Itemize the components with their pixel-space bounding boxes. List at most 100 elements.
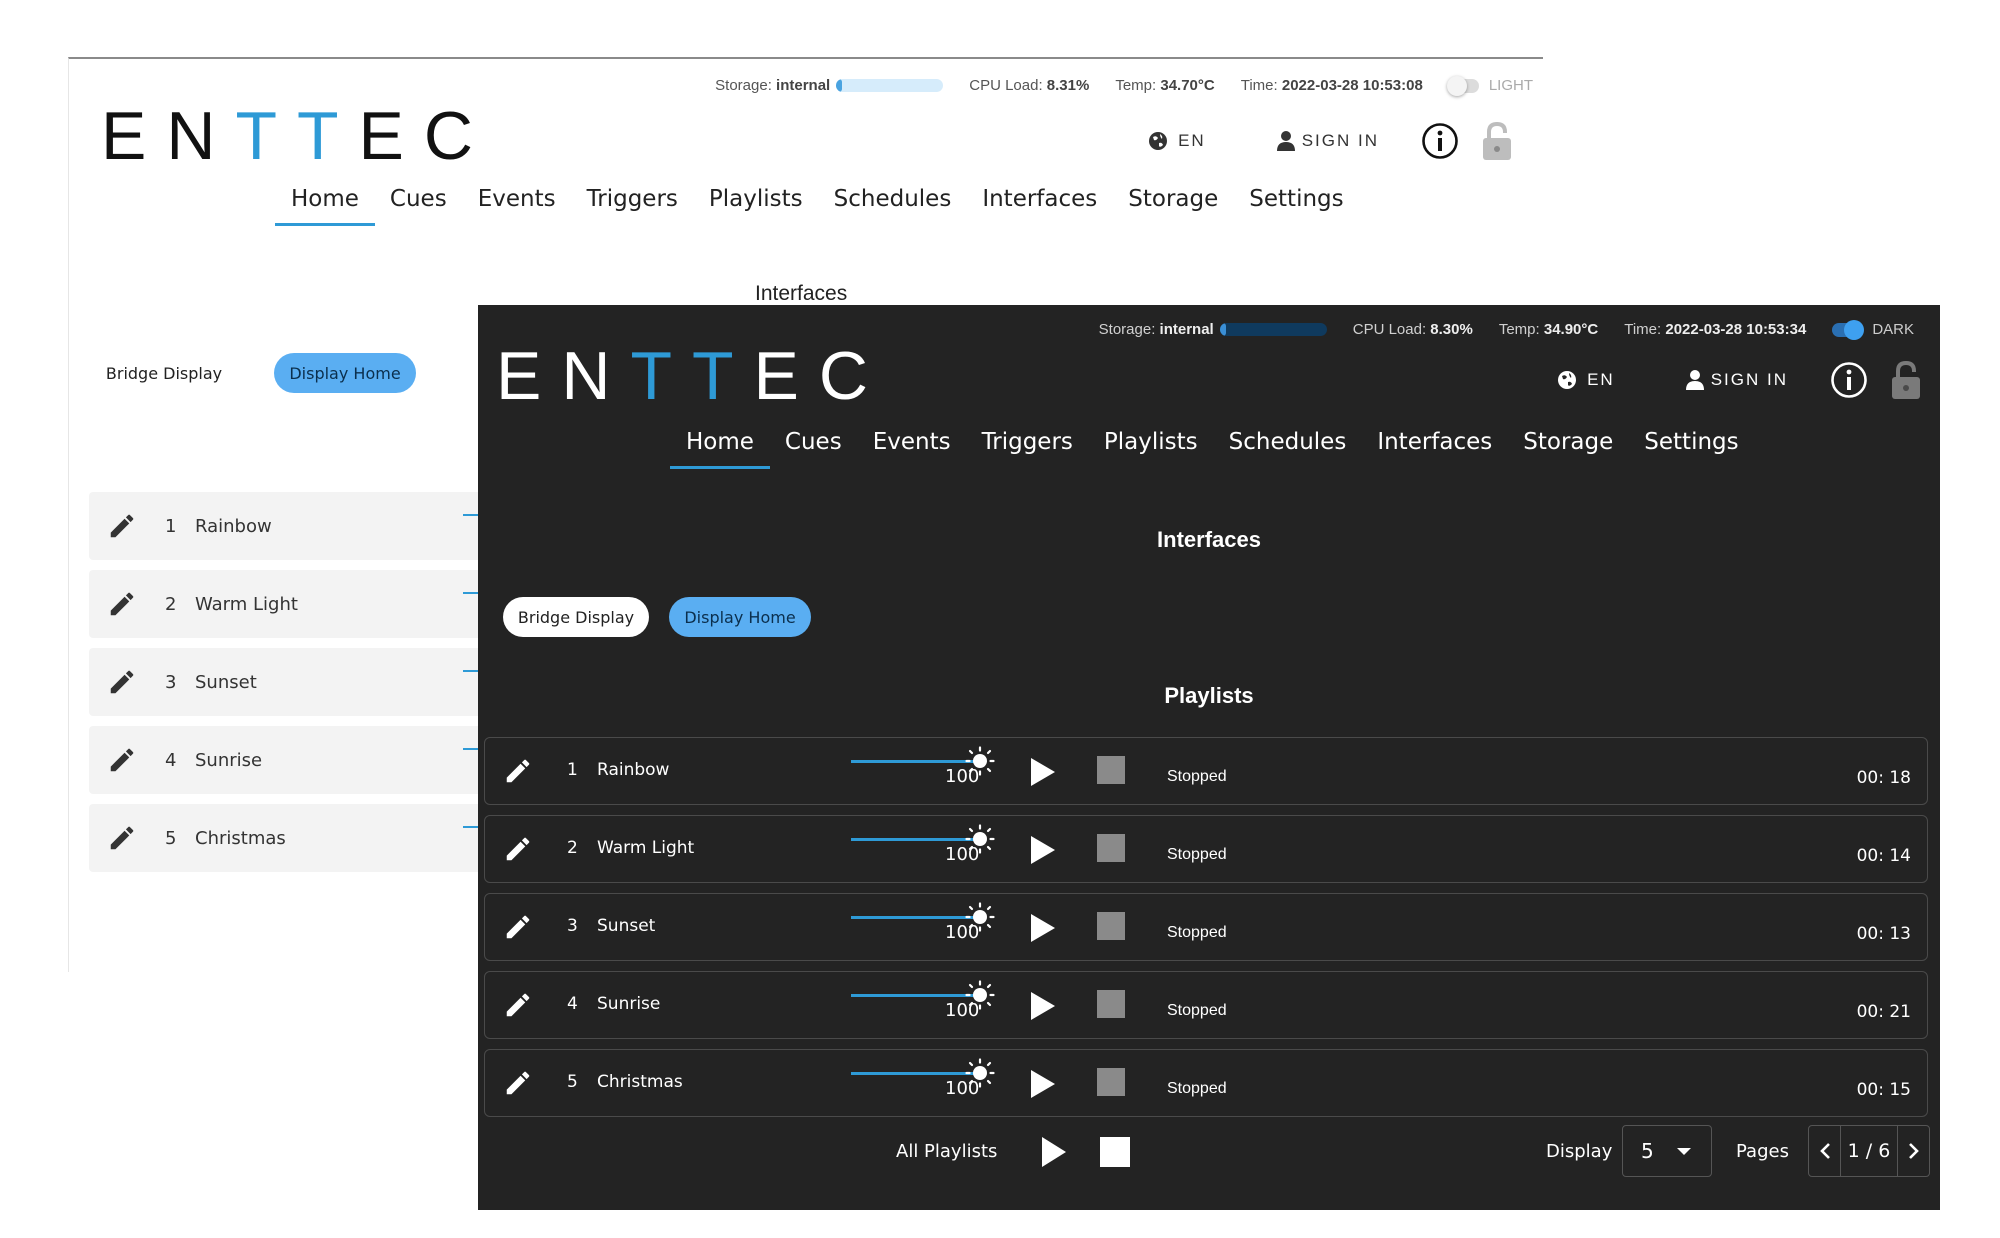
play-icon[interactable] [1031, 1070, 1055, 1098]
playlist-name: Rainbow [597, 760, 670, 780]
nav-events[interactable]: Events [873, 429, 951, 455]
cpu-status: CPU Load: 8.31% [969, 76, 1090, 94]
intensity-slider[interactable] [851, 760, 979, 763]
stop-icon[interactable] [1097, 990, 1125, 1018]
intensity-slider[interactable] [851, 916, 979, 919]
nav-interfaces[interactable]: Interfaces [982, 186, 1097, 212]
row-number: 5 [165, 827, 177, 849]
sign-in-button[interactable]: SIGN IN [1276, 130, 1379, 152]
nav-storage[interactable]: Storage [1128, 186, 1218, 212]
pencil-icon[interactable] [107, 823, 137, 853]
intensity-slider[interactable] [851, 838, 979, 841]
intensity-value: 100 [945, 1078, 980, 1099]
interfaces-heading: Interfaces [1157, 527, 1261, 552]
pencil-icon[interactable] [107, 511, 137, 541]
playlist-status: Stopped [1167, 924, 1227, 941]
pencil-icon[interactable] [503, 1068, 533, 1098]
nav-schedules[interactable]: Schedules [1229, 429, 1347, 455]
nav-storage[interactable]: Storage [1523, 429, 1613, 455]
play-icon[interactable] [1031, 836, 1055, 864]
main-nav: Home Cues Events Triggers Playlists Sche… [670, 429, 1739, 469]
stop-icon[interactable] [1097, 756, 1125, 784]
theme-toggle[interactable]: LIGHT [1446, 75, 1533, 96]
language-selector[interactable]: EN [1148, 131, 1206, 151]
intensity-slider[interactable] [851, 994, 979, 997]
nav-cues[interactable]: Cues [390, 186, 447, 212]
nav-cues[interactable]: Cues [785, 429, 842, 455]
bridge-display-button[interactable]: Bridge Display [99, 353, 229, 393]
bridge-display-button[interactable]: Bridge Display [503, 597, 649, 637]
pencil-icon[interactable] [107, 589, 137, 619]
row-number: 4 [567, 994, 578, 1014]
list-item: 1 Rainbow [89, 492, 489, 560]
storage-status: Storage: internal [1099, 321, 1327, 338]
display-home-button[interactable]: Display Home [274, 353, 416, 393]
pencil-icon[interactable] [503, 756, 533, 786]
row-number: 2 [165, 593, 177, 615]
nav-interfaces[interactable]: Interfaces [1377, 429, 1492, 455]
theme-label: DARK [1872, 320, 1914, 338]
display-count-select[interactable]: 5 [1622, 1125, 1712, 1177]
enttec-logo: ENTTEC [101, 98, 494, 174]
playlist-row: 4 Sunrise 100 Stopped 00: 21 [484, 971, 1928, 1039]
header-actions: EN SIGN IN [1148, 121, 1513, 161]
status-bar: Storage: internal CPU Load: 8.30% Temp: … [1099, 317, 1914, 341]
sign-in-button[interactable]: SIGN IN [1685, 369, 1788, 391]
theme-toggle[interactable]: DARK [1832, 319, 1914, 340]
nav-home[interactable]: Home [670, 429, 770, 469]
playlist-row: 3 Sunset 100 Stopped 00: 13 [484, 893, 1928, 961]
play-icon[interactable] [1031, 758, 1055, 786]
playlist-duration: 00: 21 [1856, 1002, 1911, 1022]
playlist-duration: 00: 15 [1856, 1080, 1911, 1100]
display-home-button[interactable]: Display Home [669, 597, 811, 637]
pencil-icon[interactable] [503, 990, 533, 1020]
playlist-duration: 00: 13 [1856, 924, 1911, 944]
stop-icon[interactable] [1097, 834, 1125, 862]
play-all-icon[interactable] [1042, 1137, 1066, 1167]
globe-icon [1149, 132, 1168, 150]
nav-settings[interactable]: Settings [1249, 186, 1343, 212]
pencil-icon[interactable] [503, 834, 533, 864]
row-number: 3 [165, 671, 177, 693]
theme-label: LIGHT [1488, 76, 1533, 94]
nav-home[interactable]: Home [275, 186, 375, 226]
stop-icon[interactable] [1097, 912, 1125, 940]
pencil-icon[interactable] [503, 912, 533, 942]
nav-events[interactable]: Events [478, 186, 556, 212]
header-actions: EN SIGN IN [1557, 360, 1922, 400]
nav-schedules[interactable]: Schedules [834, 186, 952, 212]
playlist-status: Stopped [1167, 846, 1227, 863]
nav-settings[interactable]: Settings [1644, 429, 1738, 455]
pencil-icon[interactable] [107, 667, 137, 697]
playlist-name: Christmas [597, 1072, 683, 1092]
playlist-name: Sunset [597, 916, 656, 936]
chevron-right-icon[interactable] [1897, 1126, 1929, 1176]
lock-icon[interactable] [1481, 121, 1513, 161]
stop-all-icon[interactable] [1100, 1137, 1130, 1167]
nav-playlists[interactable]: Playlists [1104, 429, 1198, 455]
row-number: 4 [165, 749, 177, 771]
playlist-status: Stopped [1167, 1080, 1227, 1097]
lock-icon[interactable] [1890, 360, 1922, 400]
info-icon[interactable] [1421, 122, 1459, 160]
nav-triggers[interactable]: Triggers [587, 186, 678, 212]
info-icon[interactable] [1830, 361, 1868, 399]
nav-triggers[interactable]: Triggers [982, 429, 1073, 455]
intensity-value: 100 [945, 922, 980, 943]
intensity-slider[interactable] [851, 1072, 979, 1075]
row-name: Sunrise [195, 749, 263, 771]
playlist-duration: 00: 14 [1856, 846, 1911, 866]
playlist-name: Warm Light [597, 838, 695, 858]
all-playlists-label: All Playlists [896, 1141, 998, 1162]
list-item: 2 Warm Light [89, 570, 489, 638]
pencil-icon[interactable] [107, 745, 137, 775]
play-icon[interactable] [1031, 992, 1055, 1020]
language-selector[interactable]: EN [1557, 370, 1615, 390]
stop-icon[interactable] [1097, 1068, 1125, 1096]
intensity-value: 100 [945, 1000, 980, 1021]
play-icon[interactable] [1031, 914, 1055, 942]
person-icon [1276, 131, 1295, 151]
row-name: Sunset [195, 671, 257, 693]
nav-playlists[interactable]: Playlists [709, 186, 803, 212]
chevron-left-icon[interactable] [1809, 1126, 1841, 1176]
